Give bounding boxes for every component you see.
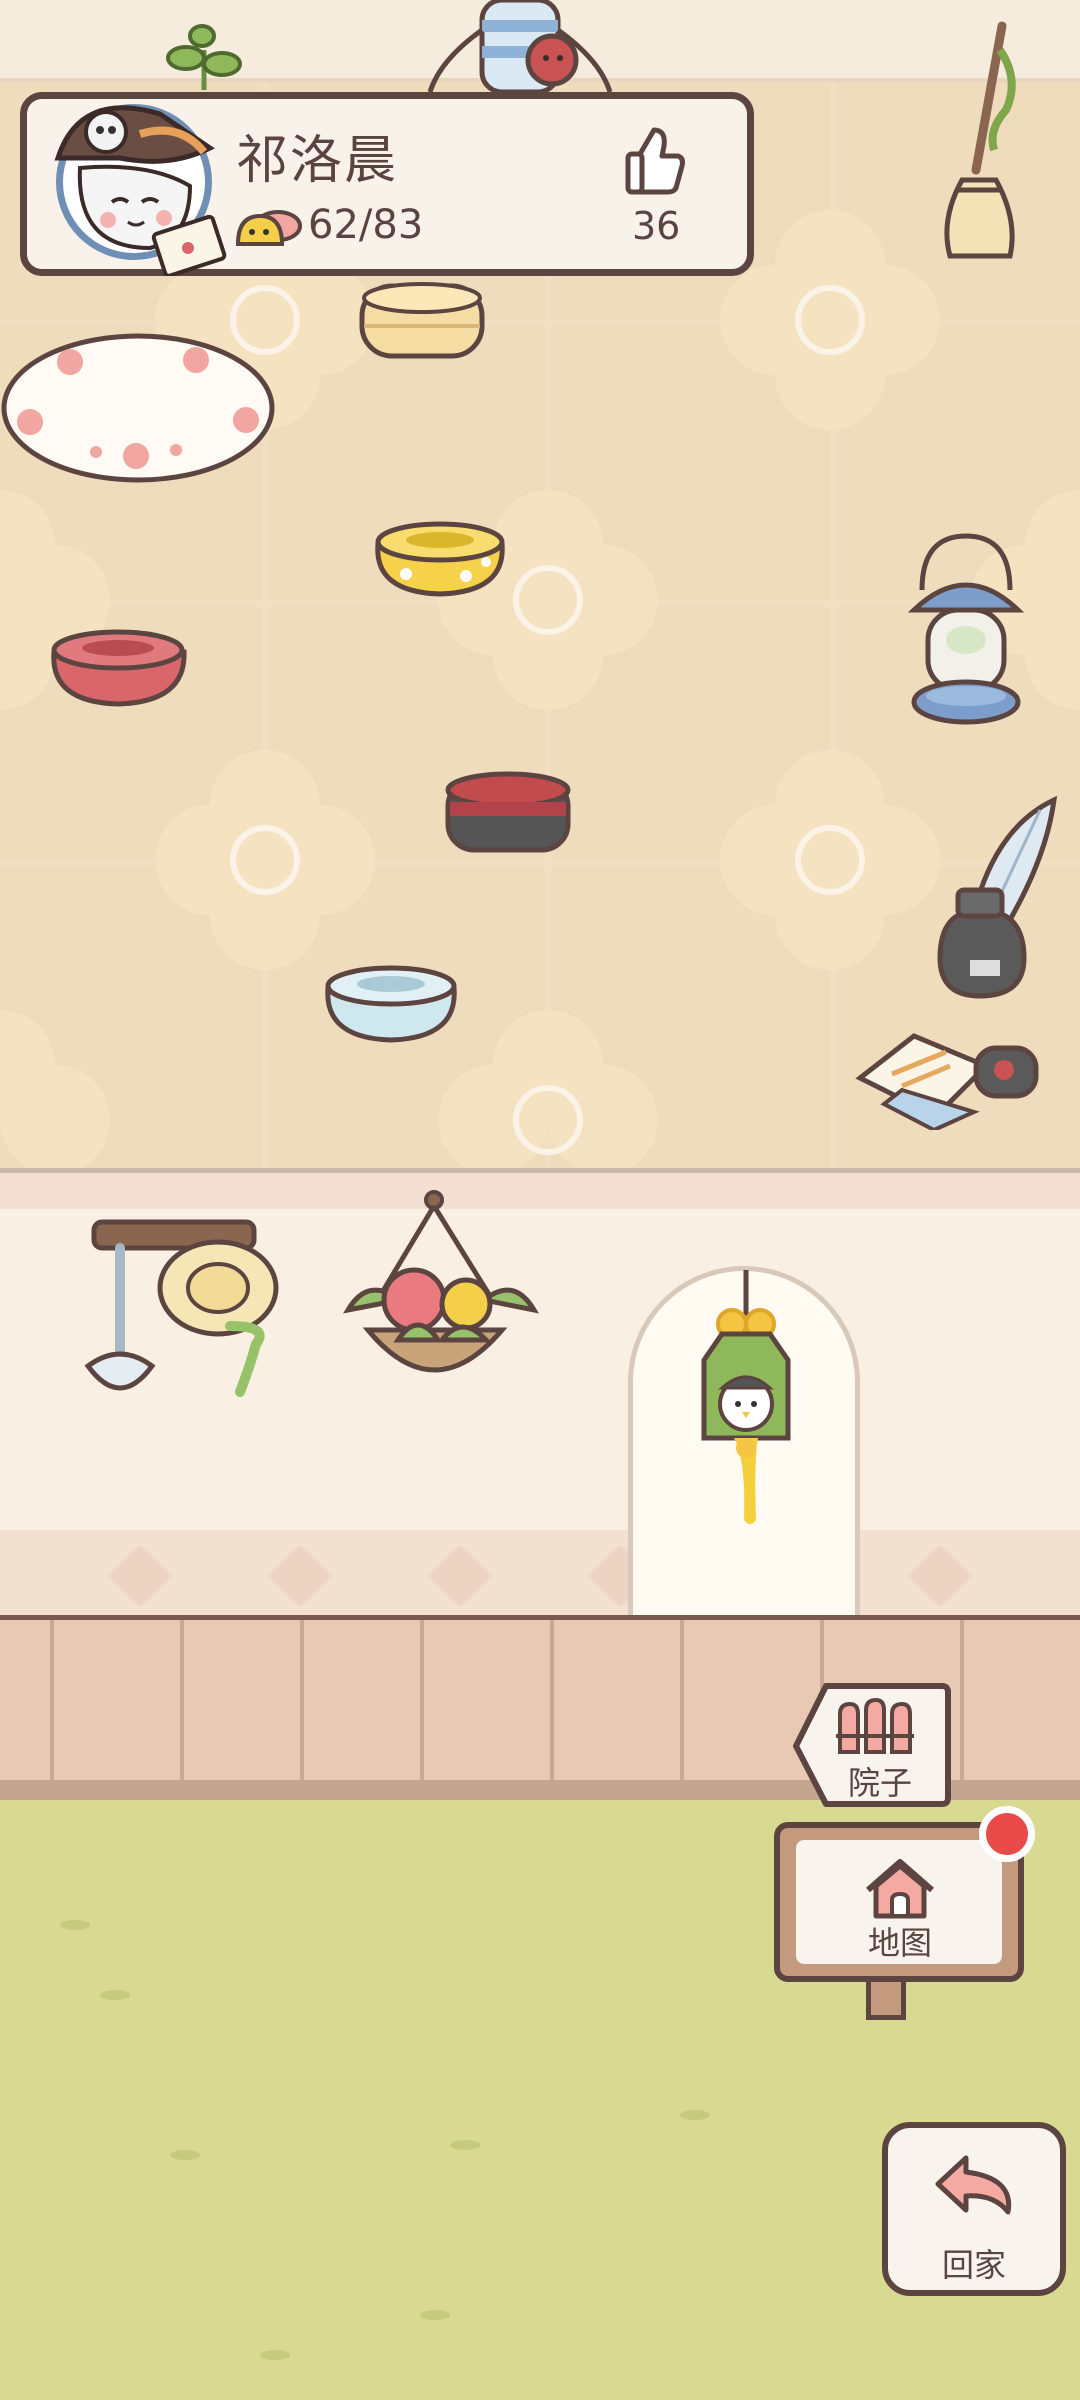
return-arrow-icon — [935, 2155, 1012, 2215]
sprout-plant[interactable] — [156, 20, 256, 90]
letters-and-camera[interactable] — [854, 1030, 1040, 1130]
lucky-charm[interactable] — [694, 1270, 800, 1532]
friendship-progress: 62/83 — [308, 202, 424, 248]
wooden-tray[interactable] — [356, 276, 488, 366]
visitor-character[interactable] — [420, 0, 620, 92]
blue-lantern[interactable] — [904, 530, 1028, 740]
heart-rug[interactable] — [0, 330, 280, 485]
yard-label: 院子 — [847, 1764, 912, 1802]
red-pet-bowl[interactable] — [46, 620, 192, 708]
likes-count: 36 — [632, 204, 681, 248]
ink-and-quill[interactable] — [930, 790, 1060, 1002]
fence-plank — [960, 1620, 964, 1800]
broom[interactable] — [910, 20, 1030, 270]
blue-pet-bowl[interactable] — [320, 958, 462, 1044]
player-name: 祁洛晨 — [236, 131, 399, 191]
notification-badge — [979, 1806, 1035, 1862]
home-label: 回家 — [941, 2246, 1006, 2284]
fence-plank — [550, 1620, 554, 1800]
fence-plank — [420, 1620, 424, 1800]
avatar-character — [54, 105, 227, 276]
yellow-pet-bowl[interactable] — [370, 514, 510, 600]
fence-plank — [300, 1620, 304, 1800]
fence-plank — [50, 1620, 54, 1800]
friendship-icon — [235, 210, 302, 246]
wall-hook-rack[interactable] — [80, 1216, 280, 1416]
hanging-flower-basket[interactable] — [338, 1190, 542, 1402]
fence-plank — [180, 1620, 184, 1800]
thumbs-up-icon[interactable] — [622, 126, 686, 196]
fence-plank — [680, 1620, 684, 1800]
dark-red-pet-bowl[interactable] — [442, 766, 574, 858]
